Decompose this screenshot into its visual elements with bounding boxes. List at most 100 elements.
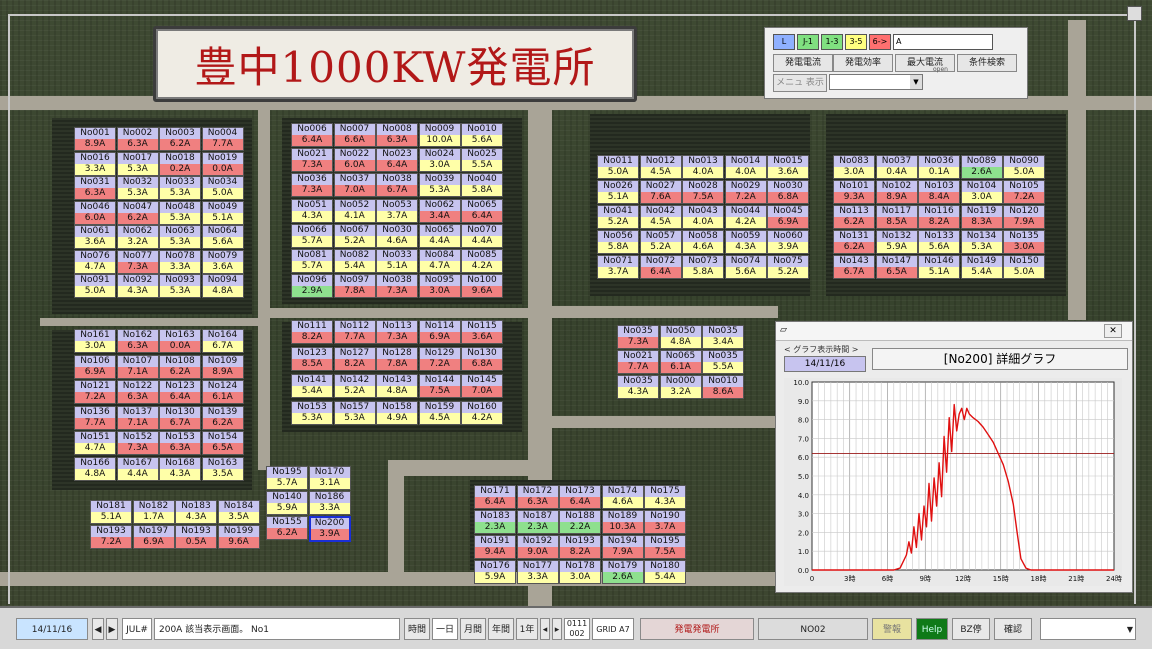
string-cell[interactable]: No168 4.3A bbox=[159, 456, 201, 481]
date-field[interactable]: 14/11/16 bbox=[16, 618, 88, 640]
string-cell[interactable]: No014 4.0A bbox=[724, 155, 767, 179]
string-cell[interactable]: No116 8.2A bbox=[918, 205, 960, 229]
warning-button[interactable]: 警報 bbox=[872, 618, 912, 640]
string-cell[interactable]: No096 2.9A bbox=[291, 274, 333, 299]
string-cell[interactable]: No074 5.6A bbox=[724, 255, 767, 279]
string-cell[interactable]: No093 5.3A bbox=[159, 274, 201, 298]
string-cell[interactable]: No154 6.5A bbox=[201, 431, 244, 455]
string-cell[interactable]: No128 7.8A bbox=[376, 347, 418, 371]
string-cell[interactable]: No018 0.2A bbox=[159, 151, 201, 176]
string-cell[interactable]: No184 3.5A bbox=[217, 500, 260, 524]
generation-efficiency-button[interactable]: 発電効率 bbox=[833, 54, 893, 72]
string-cell[interactable]: No065 4.4A bbox=[418, 223, 461, 248]
string-cell[interactable]: No170 3.1A bbox=[308, 466, 351, 490]
string-cell[interactable]: No113 7.3A bbox=[376, 320, 418, 344]
string-cell[interactable]: No044 4.2A bbox=[724, 205, 767, 229]
string-cell[interactable]: No155 6.2A bbox=[266, 516, 308, 540]
string-cell[interactable]: No012 4.5A bbox=[639, 155, 682, 179]
string-cell[interactable]: No160 4.2A bbox=[461, 401, 503, 425]
generation-current-button[interactable]: 発電電流 bbox=[773, 54, 833, 72]
string-cell[interactable]: No113 6.2A bbox=[833, 205, 875, 229]
string-cell[interactable]: No171 6.4A bbox=[474, 485, 516, 509]
string-cell[interactable]: No040 5.8A bbox=[461, 173, 503, 198]
string-cell[interactable]: No095 3.0A bbox=[418, 274, 461, 299]
string-cell[interactable]: No161 3.0A bbox=[74, 329, 116, 353]
string-cell[interactable]: No081 5.7A bbox=[291, 249, 333, 273]
string-cell[interactable]: No065 6.1A bbox=[659, 350, 702, 374]
prev-arrow-icon[interactable]: ◀ bbox=[92, 618, 104, 640]
string-cell[interactable]: No143 4.8A bbox=[376, 374, 418, 398]
string-cell[interactable]: No052 4.1A bbox=[333, 198, 376, 223]
string-cell[interactable]: No004 7.7A bbox=[201, 127, 244, 151]
string-cell[interactable]: No147 6.5A bbox=[875, 255, 918, 279]
string-cell[interactable]: No034 5.0A bbox=[201, 176, 244, 200]
string-cell[interactable]: No157 5.3A bbox=[333, 401, 376, 425]
string-cell[interactable]: No073 5.8A bbox=[682, 255, 724, 279]
string-cell[interactable]: No001 8.9A bbox=[74, 127, 116, 151]
string-cell[interactable]: No119 8.3A bbox=[960, 205, 1003, 229]
string-cell[interactable]: No090 5.0A bbox=[1003, 155, 1045, 179]
string-cell[interactable]: No024 3.0A bbox=[418, 148, 461, 173]
maximize-button[interactable] bbox=[1127, 6, 1142, 21]
string-cell[interactable]: No033 5.3A bbox=[159, 176, 201, 200]
menu-select[interactable]: ▼ bbox=[829, 74, 923, 90]
string-cell[interactable]: No016 3.3A bbox=[74, 151, 116, 176]
string-cell[interactable]: No039 5.3A bbox=[418, 173, 461, 198]
string-cell[interactable]: No178 3.0A bbox=[559, 560, 601, 584]
string-cell[interactable]: No136 7.7A bbox=[74, 405, 116, 430]
string-cell[interactable]: No000 3.2A bbox=[659, 375, 702, 399]
help-button[interactable]: Help bbox=[916, 618, 948, 640]
string-cell[interactable]: No135 3.0A bbox=[1003, 230, 1045, 254]
string-cell[interactable]: No122 6.3A bbox=[116, 380, 159, 404]
string-cell[interactable]: No193 8.2A bbox=[559, 535, 601, 559]
string-cell[interactable]: No045 6.9A bbox=[767, 205, 809, 229]
string-cell[interactable]: No153 6.3A bbox=[159, 431, 201, 455]
string-cell[interactable]: No046 6.0A bbox=[74, 200, 116, 225]
string-cell[interactable]: No115 3.6A bbox=[461, 320, 503, 344]
string-cell[interactable]: No019 0.0A bbox=[201, 151, 244, 176]
string-cell[interactable]: No084 4.7A bbox=[418, 249, 461, 273]
string-cell[interactable]: No121 7.2A bbox=[74, 380, 116, 404]
string-cell[interactable]: No035 5.5A bbox=[702, 350, 744, 374]
string-cell[interactable]: No022 6.0A bbox=[333, 148, 376, 173]
string-cell[interactable]: No140 5.9A bbox=[266, 491, 308, 515]
close-icon[interactable]: ✕ bbox=[1104, 324, 1122, 338]
string-cell[interactable]: No117 8.5A bbox=[875, 205, 918, 229]
string-cell[interactable]: No033 5.1A bbox=[376, 249, 418, 273]
string-cell[interactable]: No036 0.1A bbox=[918, 155, 960, 179]
string-cell[interactable]: No133 5.6A bbox=[918, 230, 960, 254]
string-cell[interactable]: No130 6.8A bbox=[461, 347, 503, 371]
string-cell[interactable]: No194 7.9A bbox=[601, 535, 644, 559]
one-year-button[interactable]: 1年 bbox=[516, 618, 538, 640]
bottom-select[interactable]: ▼ bbox=[1040, 618, 1136, 640]
string-cell[interactable]: No104 3.0A bbox=[960, 180, 1003, 204]
string-cell[interactable]: No053 3.7A bbox=[376, 198, 418, 223]
year-button[interactable]: 年間 bbox=[488, 618, 514, 640]
string-cell[interactable]: No200 3.9A bbox=[308, 516, 351, 542]
string-cell[interactable]: No059 4.3A bbox=[724, 230, 767, 254]
string-cell[interactable]: No056 5.8A bbox=[597, 230, 639, 254]
string-cell[interactable]: No112 7.7A bbox=[333, 320, 376, 344]
month-button[interactable]: 月間 bbox=[460, 618, 486, 640]
prev-small-arrow-icon[interactable]: ◂ bbox=[540, 618, 550, 640]
string-cell[interactable]: No134 5.3A bbox=[960, 230, 1003, 254]
string-cell[interactable]: No143 6.7A bbox=[833, 255, 875, 279]
string-cell[interactable]: No152 7.3A bbox=[116, 431, 159, 455]
string-cell[interactable]: No007 6.6A bbox=[333, 123, 376, 147]
string-cell[interactable]: No067 5.2A bbox=[333, 223, 376, 248]
string-cell[interactable]: No111 8.2A bbox=[291, 320, 333, 344]
menu-display-button[interactable]: メニュ 表示 bbox=[773, 74, 827, 92]
string-cell[interactable]: No199 9.6A bbox=[217, 525, 260, 549]
string-cell[interactable]: No038 6.7A bbox=[376, 173, 418, 198]
string-cell[interactable]: No013 4.0A bbox=[682, 155, 724, 179]
string-cell[interactable]: No101 9.3A bbox=[833, 180, 875, 204]
day-button[interactable]: 一日 bbox=[432, 618, 458, 640]
string-cell[interactable]: No189 10.3A bbox=[601, 510, 644, 534]
confirm-button[interactable]: 確認 bbox=[994, 618, 1032, 640]
string-cell[interactable]: No190 3.7A bbox=[644, 510, 686, 534]
string-cell[interactable]: No076 4.7A bbox=[74, 249, 116, 274]
string-cell[interactable]: No162 6.3A bbox=[116, 329, 159, 353]
string-cell[interactable]: No064 5.6A bbox=[201, 225, 244, 249]
string-cell[interactable]: No151 4.7A bbox=[74, 431, 116, 455]
string-cell[interactable]: No100 9.6A bbox=[461, 274, 503, 299]
